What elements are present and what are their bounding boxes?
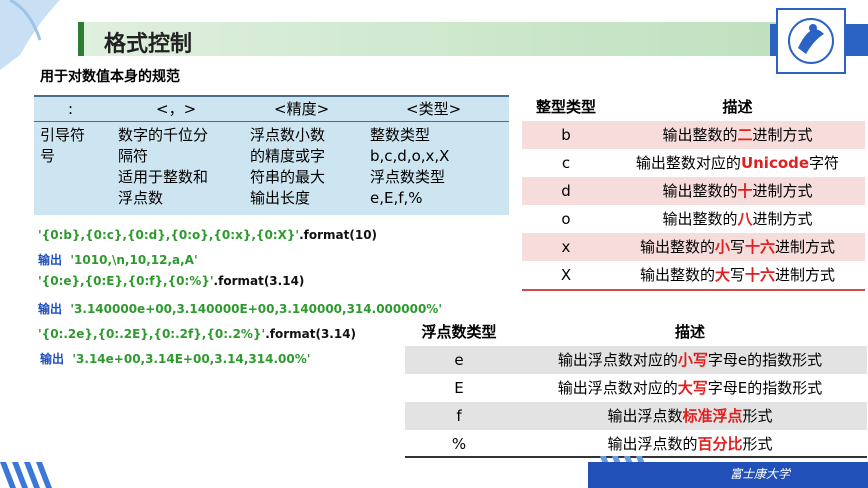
title-accent bbox=[78, 22, 84, 56]
code-line-4: 输出 '3.140000e+00,3.140000E+00,3.140000,3… bbox=[38, 302, 442, 316]
header-type: <类型> bbox=[406, 100, 462, 118]
int-row-d: d 输出整数的十进制方式 bbox=[522, 177, 865, 205]
int-row-b: b 输出整数的二进制方式 bbox=[522, 121, 865, 149]
float-row-e: e 输出浮点数对应的小写字母e的指数形式 bbox=[405, 346, 867, 374]
code-line-2: 输出 '1010,\n,10,12,a,A' bbox=[38, 253, 198, 267]
float-row-E: E 输出浮点数对应的大写字母E的指数形式 bbox=[405, 374, 867, 402]
corner-decoration bbox=[0, 0, 60, 70]
format-spec-table: : <，> <精度> <类型> 引导符号 数字的千位分 隔符 适用于整数和 浮点数 … bbox=[34, 95, 509, 215]
int-row-x: x 输出整数的小写十六进制方式 bbox=[522, 233, 865, 261]
logo-icon bbox=[788, 18, 834, 64]
int-row-o: o 输出整数的八进制方式 bbox=[522, 205, 865, 233]
int-table-header: 整型类型 描述 bbox=[522, 95, 865, 123]
code-line-5: '{0:.2e},{0:.2E},{0:.2f},{0:.2%}'.format… bbox=[38, 327, 357, 341]
university-logo bbox=[776, 8, 846, 74]
cell-type: 整数类型 b,c,d,o,x,X 浮点数类型 e,E,f,% bbox=[370, 126, 450, 207]
page-title: 格式控制 bbox=[104, 32, 193, 57]
cell-colon: 引导符号 bbox=[40, 126, 86, 165]
header-colon: : bbox=[68, 100, 74, 118]
footer-text: 富士康大学 bbox=[730, 467, 791, 481]
int-row-X: X 输出整数的大写十六进制方式 bbox=[522, 261, 865, 291]
float-table-header: 浮点数类型 描述 bbox=[405, 320, 867, 348]
subtitle: 用于对数值本身的规范 bbox=[40, 69, 180, 85]
int-row-c: c 输出整数对应的Unicode字符 bbox=[522, 149, 865, 177]
float-row-f: f 输出浮点数标准浮点形式 bbox=[405, 402, 867, 430]
header-divider bbox=[34, 121, 509, 122]
code-line-6: 输出 '3.14e+00,3.14E+00,3.14,314.00%' bbox=[40, 352, 311, 366]
header-precision: <精度> bbox=[274, 100, 330, 118]
code-line-1: '{0:b},{0:c},{0:d},{0:o},{0:x},{0:X}'.fo… bbox=[38, 228, 378, 242]
cell-precision: 浮点数小数 的精度或字 符串的最大 输出长度 bbox=[250, 126, 326, 207]
footer-bar bbox=[588, 462, 868, 488]
code-line-3: '{0:e},{0:E},{0:f},{0:%}'.format(3.14) bbox=[38, 274, 305, 288]
header-comma: <，> bbox=[156, 100, 197, 118]
cell-comma: 数字的千位分 隔符 适用于整数和 浮点数 bbox=[118, 126, 209, 207]
